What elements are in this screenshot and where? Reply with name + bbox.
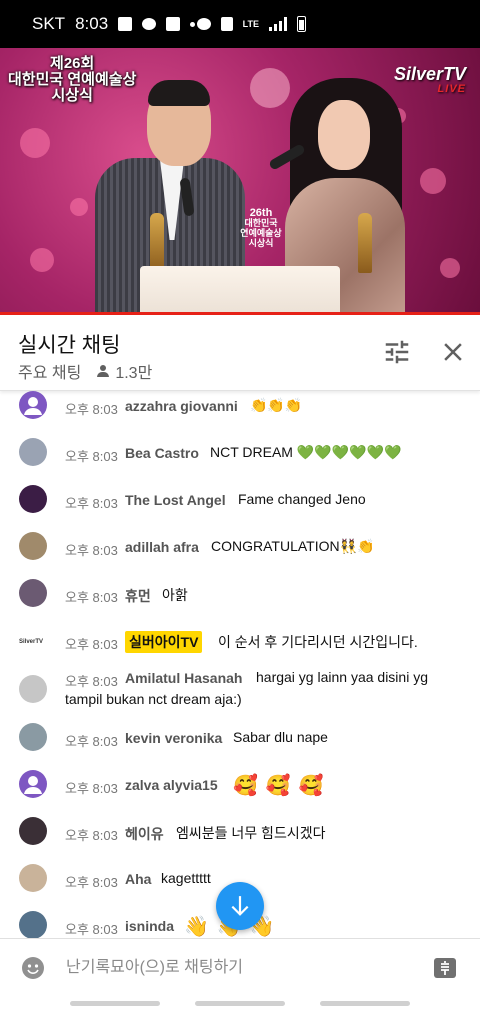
channel-logo: SilverTV LIVE (393, 64, 466, 95)
scroll-to-bottom-button[interactable] (216, 882, 264, 930)
super-chat-icon[interactable] (433, 956, 457, 980)
message-author[interactable]: azzahra giovanni (125, 398, 238, 414)
avatar[interactable] (19, 579, 47, 607)
message-time: 오후 8:03 (65, 590, 118, 605)
trophy (150, 213, 164, 273)
trophy (358, 213, 372, 273)
svg-text:SilverTV: SilverTV (19, 639, 43, 645)
message-time: 오후 8:03 (65, 402, 118, 417)
message-author[interactable]: zalva alyvia15 (125, 777, 218, 793)
chat-input-bar (0, 938, 480, 996)
message-time: 오후 8:03 (65, 543, 118, 558)
award-emblem: 26th 대한민국 연예예술상 시상식 (240, 207, 282, 249)
signal-icon (269, 17, 287, 31)
message-time: 오후 8:03 (65, 734, 118, 749)
alarm-icon (196, 18, 211, 30)
message-text: 🥰🥰🥰 (233, 775, 332, 797)
message-time: 오후 8:03 (65, 637, 118, 652)
chat-message: SilverTV 오후 8:03 실버아이TV 이 순서 후 기다리시던 시간입… (0, 626, 480, 656)
emoji-icon[interactable] (21, 956, 45, 980)
chat-message: 오후 8:03 Amilatul Hasanah hargai yg lainn… (0, 668, 480, 712)
message-author[interactable]: Aha (125, 871, 151, 887)
message-text: Fame changed Jeno (238, 491, 366, 507)
message-time: 오후 8:03 (65, 875, 118, 890)
chat-message: 오후 8:03 zalva alyvia15 🥰🥰🥰 (0, 770, 480, 800)
chat-mode[interactable]: 주요 채팅 1.3만 (18, 359, 152, 383)
avatar[interactable] (19, 817, 47, 845)
message-text: hargai yg lainn yaa disini yg (256, 669, 428, 685)
message-author[interactable]: kevin veronika (125, 730, 222, 746)
viewer-icon (97, 365, 110, 377)
gallery-notification-icon (118, 17, 133, 31)
message-author[interactable]: 헤이유 (125, 824, 164, 844)
chat-message: 오후 8:03 azzahra giovanni 👏👏👏 (0, 391, 480, 421)
message-text-continued: tampil bukan nct dream aja:) (65, 691, 242, 707)
avatar[interactable] (19, 675, 47, 703)
chat-input[interactable] (66, 953, 416, 983)
nav-back-button[interactable] (320, 1001, 410, 1006)
message-time: 오후 8:03 (65, 674, 118, 689)
nav-recents-button[interactable] (70, 1001, 160, 1006)
chat-message: 오후 8:03 The Lost Angel Fame changed Jeno (0, 485, 480, 515)
chat-title: 실시간 채팅 (18, 334, 121, 357)
message-time: 오후 8:03 (65, 496, 118, 511)
message-author[interactable]: adillah afra (125, 539, 199, 555)
clock: 8:03 (75, 14, 109, 33)
owner-author-badge[interactable]: 실버아이TV (125, 631, 203, 653)
avatar[interactable] (19, 770, 47, 798)
live-badge: LIVE (437, 83, 466, 95)
message-time: 오후 8:03 (65, 449, 118, 464)
message-text: CONGRATULATION👯👏 (211, 538, 375, 554)
chat-message: 오후 8:03 kevin veronika Sabar dlu nape (0, 723, 480, 753)
message-time: 오후 8:03 (65, 781, 118, 796)
message-author[interactable]: The Lost Angel (125, 492, 226, 508)
status-bar: SKT 8:03 LTE (0, 0, 480, 48)
battery-icon (297, 16, 306, 32)
message-author[interactable]: Amilatul Hasanah (125, 670, 242, 686)
avatar[interactable] (19, 911, 47, 938)
message-text: 엠씨분들 너무 힘드시겠다 (176, 825, 326, 841)
message-text: 이 순서 후 기다리시던 시간입니다. (218, 634, 418, 650)
app-notification-icon (166, 17, 181, 31)
message-text: NCT DREAM 💚💚💚💚💚💚 (210, 444, 402, 460)
message-author[interactable]: Bea Castro (125, 445, 199, 461)
event-title: 제26회 대한민국 연예예술상 시상식 (8, 55, 137, 104)
message-text: kagettttt (161, 870, 211, 886)
more-notifications-icon (190, 21, 196, 27)
chat-message: 오후 8:03 Bea Castro NCT DREAM 💚💚💚💚💚💚 (0, 438, 480, 468)
avatar[interactable] (19, 864, 47, 892)
arrow-down-icon (231, 896, 249, 916)
avatar[interactable] (19, 438, 47, 466)
network-type: LTE (242, 19, 259, 29)
tune-icon[interactable] (382, 337, 412, 367)
avatar[interactable] (19, 532, 47, 560)
chat-notification-icon (142, 18, 157, 30)
chat-message: 오후 8:03 헤이유 엠씨분들 너무 힘드시겠다 (0, 817, 480, 847)
message-time: 오후 8:03 (65, 828, 118, 843)
chat-message: 오후 8:03 adillah afra CONGRATULATION👯👏 (0, 532, 480, 562)
carrier-label: SKT (32, 14, 66, 33)
chat-header: 실시간 채팅 주요 채팅 1.3만 (0, 315, 480, 391)
chat-message: 오후 8:03 휴먼 아핡 (0, 579, 480, 609)
chat-mode-label[interactable]: 주요 채팅 (18, 359, 81, 383)
channel-avatar[interactable]: SilverTV (19, 626, 47, 654)
nav-home-button[interactable] (195, 1001, 285, 1006)
system-navigation-bar (0, 996, 480, 1013)
message-text: Sabar dlu nape (233, 729, 328, 745)
video-player[interactable]: 제26회 대한민국 연예예술상 시상식 SilverTV LIVE 26th 대… (0, 48, 480, 314)
viewer-count: 1.3만 (115, 365, 153, 382)
close-icon[interactable] (438, 337, 468, 367)
avatar[interactable] (19, 391, 47, 419)
message-text: 👏👏👏 (250, 397, 303, 413)
avatar[interactable] (19, 485, 47, 513)
message-author[interactable]: isninda (125, 918, 174, 934)
avatar[interactable] (19, 723, 47, 751)
message-author[interactable]: 휴먼 (125, 586, 151, 606)
message-text: 아핡 (162, 587, 188, 603)
message-time: 오후 8:03 (65, 922, 118, 937)
podium (140, 266, 340, 314)
mute-icon (220, 17, 233, 31)
